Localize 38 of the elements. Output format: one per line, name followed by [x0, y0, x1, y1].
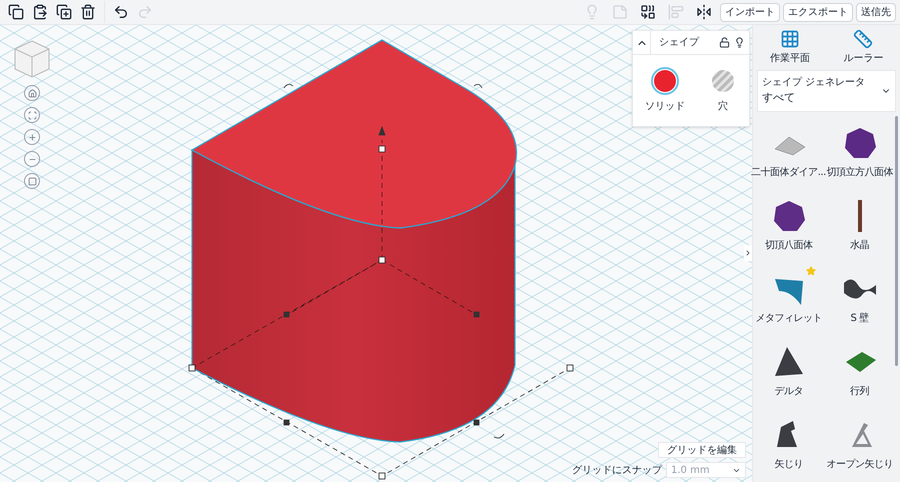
toolbar-button[interactable]: インポート	[720, 2, 780, 22]
shape-library-item[interactable]: 切頂立方八面体	[824, 116, 895, 188]
ruler-tool[interactable]: ルーラー	[843, 29, 884, 66]
panel-title: シェイプ	[659, 36, 700, 50]
snap-label: グリッドにスナップ	[572, 464, 662, 478]
home-icon	[28, 88, 36, 98]
view-cube-icon	[12, 39, 52, 79]
lightbulb-icon[interactable]	[734, 37, 745, 48]
shape-library-item[interactable]: デルタ	[753, 334, 824, 408]
edit-grid-button[interactable]: グリッドを編集	[658, 442, 746, 458]
hole-option[interactable]: 穴	[709, 67, 737, 114]
generator-dropdown[interactable]: シェイプ ジェネレータ すべて	[757, 70, 896, 112]
square-icon	[28, 176, 36, 186]
shape-library-item[interactable]: 行列	[824, 334, 895, 408]
grid-icon	[780, 29, 800, 49]
zoom-out-button[interactable]	[24, 151, 40, 167]
ruler-icon	[853, 29, 874, 49]
shape-library-item[interactable]: 二十面体ダイア...	[753, 116, 824, 188]
solid-option[interactable]: ソリッド	[645, 67, 685, 114]
shape-library-item[interactable]: 矢じり	[753, 408, 824, 480]
toolbar-button[interactable]: 送信先	[856, 2, 896, 22]
shape-library-item[interactable]: オープン矢じり	[824, 408, 895, 480]
zoom-in-button[interactable]	[24, 129, 40, 145]
home-view-button[interactable]	[24, 85, 40, 101]
fit-icon	[28, 110, 36, 120]
chevron-right-icon	[744, 248, 752, 258]
plus-icon	[28, 132, 36, 142]
shape-library-item[interactable]: メタフィレット	[753, 262, 824, 334]
fit-view-button[interactable]	[24, 107, 40, 123]
shape-library-item[interactable]: 水晶	[824, 188, 895, 262]
workplane-tool[interactable]: 作業平面	[770, 29, 810, 66]
shape-library-item[interactable]: 切頂八面体	[753, 188, 824, 262]
ortho-view-button[interactable]	[24, 173, 40, 189]
unlock-icon[interactable]	[719, 37, 730, 48]
scrollbar[interactable]	[895, 116, 898, 366]
panel-toggle-button[interactable]	[744, 245, 752, 261]
toolbar-button[interactable]: エクスポート	[783, 2, 853, 22]
shape-library-item[interactable]: S 壁	[824, 262, 895, 334]
